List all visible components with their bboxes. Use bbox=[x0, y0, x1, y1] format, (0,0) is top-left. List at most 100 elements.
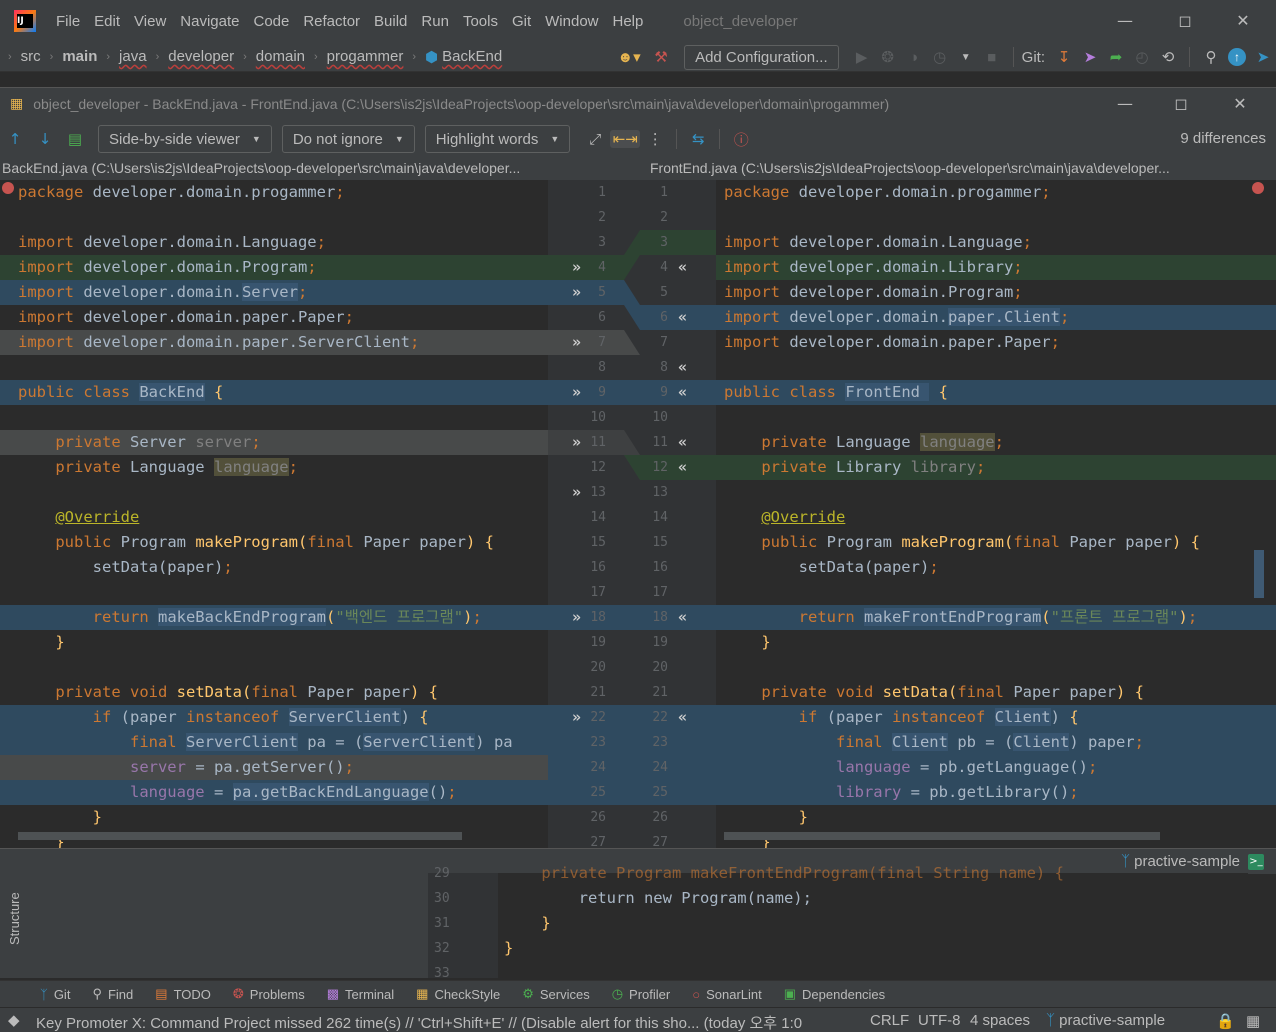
tool-checkstyle[interactable]: ▦ CheckStyle bbox=[416, 986, 500, 1002]
apply-right-arrow-icon[interactable]: « bbox=[678, 380, 687, 405]
swap-sides-icon[interactable]: ⇆ bbox=[683, 130, 713, 148]
diff-minimize-icon[interactable]: — bbox=[1110, 91, 1140, 117]
ignore-dropdown[interactable]: Do not ignore ▼ bbox=[281, 125, 415, 153]
tool-git[interactable]: ᛉ Git bbox=[40, 987, 70, 1002]
tool-profiler[interactable]: ◷ Profiler bbox=[612, 986, 671, 1002]
highlight-dropdown[interactable]: Highlight words ▼ bbox=[424, 125, 571, 153]
right-line-number: 6 bbox=[660, 310, 668, 325]
coverage-icon[interactable]: ◑ bbox=[901, 42, 927, 72]
structure-tab[interactable]: Structure bbox=[7, 892, 22, 945]
git-rollback-icon[interactable]: ⟲ bbox=[1155, 42, 1181, 72]
tool-sonarlint[interactable]: ○ SonarLint bbox=[692, 987, 762, 1002]
apply-right-arrow-icon[interactable]: « bbox=[678, 305, 687, 330]
status-bar: ◆ Key Promoter X: Command Project missed… bbox=[0, 1007, 1276, 1032]
build-hammer-icon[interactable]: ⚒ bbox=[648, 42, 674, 72]
code-line: import developer.domain.Program; bbox=[0, 255, 548, 280]
menu-run[interactable]: Run bbox=[421, 13, 449, 30]
left-line-number: 27 bbox=[590, 835, 606, 848]
right-code-pane[interactable]: package developer.domain.progammer; impo… bbox=[716, 180, 1276, 848]
more-options-icon[interactable]: ⋮ bbox=[640, 130, 670, 148]
background-editor[interactable]: 29 30 31 32 33 private Program makeFront… bbox=[428, 864, 1248, 981]
intellij-logo-icon[interactable] bbox=[14, 10, 36, 32]
menu-view[interactable]: View bbox=[134, 13, 166, 30]
sync-scroll-icon[interactable]: ⇤⇥ bbox=[610, 130, 641, 148]
breadcrumb-backend[interactable]: BackEnd bbox=[442, 48, 502, 65]
vcs-branch[interactable]: ᛉ practive-sample bbox=[1046, 1012, 1165, 1029]
apply-right-arrow-icon[interactable]: « bbox=[678, 455, 687, 480]
git-update-icon[interactable]: ↧ bbox=[1051, 42, 1077, 72]
right-line-number: 5 bbox=[660, 285, 668, 300]
maximize-icon[interactable]: ◻ bbox=[1170, 8, 1200, 34]
plugin-icon[interactable]: ➤ bbox=[1250, 42, 1276, 72]
memory-icon[interactable]: ▦ bbox=[1246, 1012, 1260, 1030]
tool-problems[interactable]: ❂ Problems bbox=[233, 986, 305, 1002]
more-run-icon[interactable]: ▼ bbox=[953, 42, 979, 72]
stop-icon[interactable]: ■ bbox=[979, 42, 1005, 72]
error-marker-icon[interactable] bbox=[1252, 182, 1264, 194]
breadcrumb-java[interactable]: java bbox=[119, 48, 147, 65]
diff-maximize-icon[interactable]: ◻ bbox=[1166, 91, 1196, 117]
lock-icon[interactable]: 🔒 bbox=[1216, 1012, 1235, 1030]
jump-to-source-icon[interactable]: ▤ bbox=[60, 130, 90, 148]
update-icon[interactable]: ↑ bbox=[1224, 42, 1250, 72]
toggle-tool-windows-icon[interactable]: ◆ bbox=[8, 1011, 20, 1029]
apply-right-arrow-icon[interactable]: « bbox=[678, 605, 687, 630]
tool-terminal[interactable]: ▩ Terminal bbox=[327, 986, 394, 1002]
profile-icon[interactable]: ◷ bbox=[927, 42, 953, 72]
help-icon[interactable]: ⓘ bbox=[726, 129, 756, 150]
git-commit-icon[interactable]: ➤ bbox=[1077, 42, 1103, 72]
menu-build[interactable]: Build bbox=[374, 13, 407, 30]
tool-find[interactable]: ⚲ Find bbox=[92, 986, 133, 1002]
menu-tools[interactable]: Tools bbox=[463, 13, 498, 30]
close-icon[interactable]: ✕ bbox=[1228, 8, 1258, 34]
collapse-unchanged-icon[interactable]: ⤢ bbox=[580, 130, 610, 148]
terminal-icon[interactable]: >_ bbox=[1248, 854, 1264, 870]
apply-right-arrow-icon[interactable]: « bbox=[678, 255, 687, 280]
run-icon[interactable]: ▶ bbox=[849, 42, 875, 72]
breadcrumb-progammer[interactable]: progammer bbox=[327, 48, 404, 65]
menu-help[interactable]: Help bbox=[613, 13, 644, 30]
right-line-number: 14 bbox=[652, 510, 668, 525]
menu-edit[interactable]: Edit bbox=[94, 13, 120, 30]
breadcrumb-domain[interactable]: domain bbox=[256, 48, 305, 65]
error-marker-icon[interactable] bbox=[2, 182, 14, 194]
code-line: private Language language; bbox=[761, 433, 1004, 451]
prev-difference-icon[interactable]: ↑ bbox=[0, 130, 30, 148]
users-icon[interactable]: ☻▾ bbox=[610, 42, 648, 72]
status-message[interactable]: Key Promoter X: Command Project missed 2… bbox=[36, 1012, 836, 1032]
file-encoding[interactable]: UTF-8 bbox=[918, 1012, 961, 1029]
tool-dependencies[interactable]: ▣ Dependencies bbox=[784, 986, 885, 1002]
code-line: language = pb.getLanguage(); bbox=[716, 755, 1276, 780]
debug-icon[interactable]: ❂ bbox=[875, 42, 901, 72]
tool-todo[interactable]: ▤ TODO bbox=[155, 986, 211, 1002]
left-code-pane[interactable]: package developer.domain.progammer; impo… bbox=[0, 180, 548, 848]
search-icon[interactable]: ⚲ bbox=[1198, 42, 1224, 72]
menu-window[interactable]: Window bbox=[545, 13, 598, 30]
breadcrumb-src[interactable]: src bbox=[21, 48, 41, 65]
git-push-icon[interactable]: ➦ bbox=[1103, 42, 1129, 72]
menu-git[interactable]: Git bbox=[512, 13, 531, 30]
horizontal-scrollbar[interactable] bbox=[18, 832, 462, 840]
tool-terminal-label: Terminal bbox=[345, 986, 395, 1002]
tool-services[interactable]: ⚙ Services bbox=[522, 986, 590, 1002]
menu-code[interactable]: Code bbox=[253, 13, 289, 30]
apply-right-arrow-icon[interactable]: « bbox=[678, 705, 687, 730]
menu-navigate[interactable]: Navigate bbox=[180, 13, 239, 30]
diff-branch[interactable]: ᛉ practive-sample bbox=[1121, 853, 1240, 870]
add-configuration-button[interactable]: Add Configuration... bbox=[684, 44, 839, 70]
diff-close-icon[interactable]: ✕ bbox=[1225, 91, 1255, 117]
line-separator[interactable]: CRLF bbox=[870, 1012, 909, 1029]
menu-file[interactable]: File bbox=[56, 13, 80, 30]
minimize-icon[interactable]: — bbox=[1110, 8, 1140, 34]
git-history-icon[interactable]: ◴ bbox=[1129, 42, 1155, 72]
apply-right-arrow-icon[interactable]: « bbox=[678, 430, 687, 455]
menu-refactor[interactable]: Refactor bbox=[303, 13, 360, 30]
breadcrumb-developer[interactable]: developer bbox=[168, 48, 234, 65]
viewer-dropdown[interactable]: Side-by-side viewer ▼ bbox=[98, 125, 272, 153]
breadcrumb-main[interactable]: main bbox=[62, 48, 97, 65]
apply-right-arrow-icon[interactable]: « bbox=[678, 355, 687, 380]
next-difference-icon[interactable]: ↓ bbox=[30, 130, 60, 148]
vertical-scrollbar[interactable] bbox=[1254, 550, 1264, 598]
horizontal-scrollbar[interactable] bbox=[724, 832, 1160, 840]
indent-setting[interactable]: 4 spaces bbox=[970, 1012, 1030, 1029]
